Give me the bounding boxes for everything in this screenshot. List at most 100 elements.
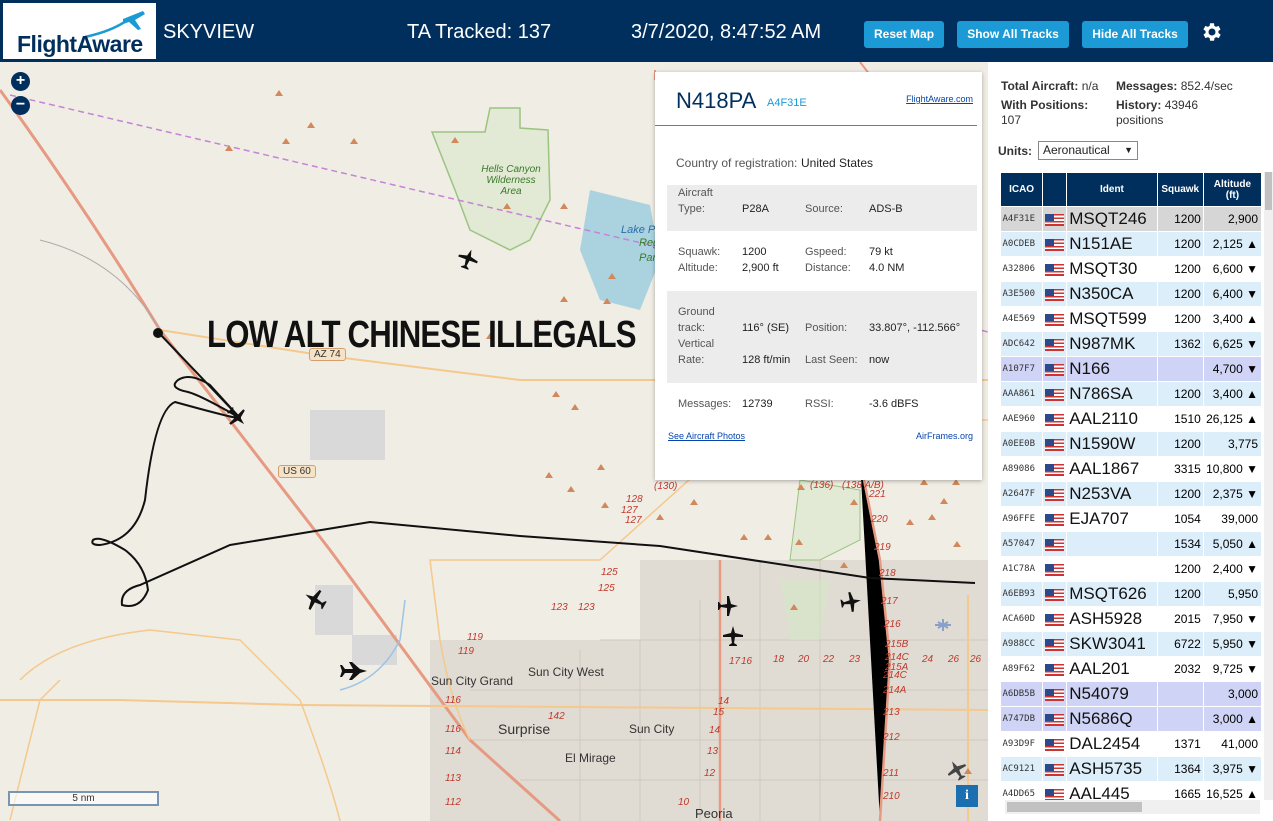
us-flag-icon [1045,713,1065,726]
table-row[interactable]: AAA861 N786SA 1200 3,400 ▲ [1000,381,1263,407]
units-select[interactable]: Aeronautical ▼ [1038,141,1138,160]
info-icon[interactable]: i [956,785,978,807]
table-row[interactable]: A0EE0B N1590W 1200 3,775 [1000,431,1263,457]
scrollbar-thumb[interactable] [1265,172,1272,210]
table-row[interactable]: A4E569 MSQT599 1200 3,400 ▲ [1000,306,1263,332]
messages-rate-value: 852.4/sec [1180,79,1233,93]
jet-icon[interactable] [340,660,368,682]
gspeed-label: Gspeed: [805,246,847,258]
col-header-ident[interactable]: Ident [1066,172,1158,207]
table-row[interactable]: A6EB93 MSQT626 1200 5,950 [1000,581,1263,607]
cell-altitude: 3,400 ▲ [1203,381,1263,407]
us-flag-icon [1045,313,1065,326]
table-row[interactable]: A4F31E MSQT246 1200 2,900 [1000,206,1263,232]
country-value: United States [801,156,874,170]
popup-hex-code: A4F31E [767,97,807,109]
cell-squawk [1157,356,1204,382]
cell-altitude: 7,950 ▼ [1203,606,1263,632]
flag-icon [1042,631,1068,657]
gear-icon[interactable] [1199,20,1223,44]
route-number: (130) [654,481,678,492]
zoom-out-button[interactable]: − [11,96,30,115]
route-number: 214A [883,685,907,696]
flightaware-logo[interactable]: FlightAware [3,3,156,59]
table-row[interactable]: ADC642 N987MK 1362 6,625 ▼ [1000,331,1263,357]
aircraft-table-body: A4F31E MSQT246 1200 2,900 A0CDEB N151AE 1200 2,… [1000,206,1263,807]
aircraft-icon[interactable] [717,595,739,617]
ground-track-label: Ground track: [678,306,715,334]
table-row[interactable]: A89086 AAL1867 3315 10,800 ▼ [1000,456,1263,482]
col-header-flag[interactable] [1042,172,1068,207]
table-row[interactable]: A93D9F DAL2454 1371 41,000 [1000,731,1263,757]
table-row[interactable]: A96FFE EJA707 1054 39,000 [1000,506,1263,532]
flag-icon [1042,606,1068,632]
airframes-link[interactable]: AirFrames.org [916,431,973,441]
table-row[interactable]: A6DB5B N54079 3,000 [1000,681,1263,707]
cell-icao: A988CC [1000,631,1044,657]
col-header-squawk[interactable]: Squawk [1156,172,1204,207]
aircraft-info-popup: N418PA A4F31E FlightAware.com Country of… [655,72,982,480]
cell-ident [1066,556,1158,582]
aircraft-icon[interactable] [457,248,479,270]
table-row[interactable]: A988CC SKW3041 6722 5,950 ▼ [1000,631,1263,657]
horizontal-scrollbar[interactable] [1005,800,1260,814]
surprise-label: Surprise [498,721,551,737]
aircraft-icon[interactable] [303,588,327,612]
cell-icao: A57047 [1000,531,1044,557]
table-row[interactable]: A32806 MSQT30 1200 6,600 ▼ [1000,256,1263,282]
hide-all-tracks-button[interactable]: Hide All Tracks [1082,21,1188,48]
route-number: 215B [885,639,909,650]
route-number: 24 [922,654,934,665]
flightaware-link[interactable]: FlightAware.com [906,94,973,104]
cell-icao: AAA861 [1000,381,1044,407]
cell-ident: N54079 [1066,681,1158,707]
vertical-rate-label: Vertical Rate: [678,338,715,366]
flag-icon [1042,356,1068,382]
table-row[interactable]: A3E500 N350CA 1200 6,400 ▼ [1000,281,1263,307]
table-row[interactable]: A57047 1534 5,050 ▲ [1000,531,1263,557]
cell-altitude: 41,000 [1203,731,1263,757]
aircraft-icon[interactable] [946,759,968,781]
cell-ident: EJA707 [1066,506,1158,532]
col-header-icao[interactable]: ICAO [999,172,1044,207]
flag-icon [1042,331,1068,357]
show-all-tracks-button[interactable]: Show All Tracks [957,21,1069,48]
cell-ident: N1590W [1066,431,1158,457]
table-row[interactable]: A0CDEB N151AE 1200 2,125 ▲ [1000,231,1263,257]
aircraft-icon[interactable] [840,591,862,613]
table-row[interactable]: AAE960 AAL2110 1510 26,125 ▲ [1000,406,1263,432]
route-number: 13 [707,746,719,757]
table-row[interactable]: A2647F N253VA 1200 2,375 ▼ [1000,481,1263,507]
cell-squawk: 1200 [1157,281,1204,307]
route-number: 128 [626,494,643,505]
table-row[interactable]: A89F62 AAL201 2032 9,725 ▼ [1000,656,1263,682]
route-number: 26 [948,654,960,665]
map-view[interactable]: Hells Canyon Wilderness Area Lake P Reg … [0,62,988,821]
position-value: 33.807°, -112.566° [869,322,961,334]
route-number: 125 [598,583,615,594]
flag-icon [1042,531,1068,557]
with-positions-value: 107 [1001,113,1022,127]
table-row[interactable]: AC9121 ASH5735 1364 3,975 ▼ [1000,756,1263,782]
aircraft-icon[interactable] [722,625,744,647]
selected-aircraft-icon[interactable] [226,406,248,428]
aircraft-photos-link[interactable]: See Aircraft Photos [668,431,745,441]
table-row[interactable]: A1C78A 1200 2,400 ▼ [1000,556,1263,582]
dropdown-arrow-icon: ▼ [1124,145,1133,155]
position-label: Position: [805,322,848,334]
us-flag-icon [1045,288,1065,301]
table-row[interactable]: A107F7 N166 4,700 ▼ [1000,356,1263,382]
cell-icao: A2647F [1000,481,1044,507]
col-header-altitude[interactable]: Altitude (ft) [1202,172,1263,207]
scrollbar-thumb[interactable] [1007,802,1142,812]
table-row[interactable]: A747DB N5686Q 3,000 ▲ [1000,706,1263,732]
vertical-scrollbar[interactable] [1264,172,1273,800]
cell-squawk: 1362 [1157,331,1204,357]
zoom-in-button[interactable]: + [11,72,30,91]
table-row[interactable]: ACA60D ASH5928 2015 7,950 ▼ [1000,606,1263,632]
last-seen-label: Last Seen: [805,354,858,366]
cell-icao: AC9121 [1000,756,1044,782]
cell-squawk: 1534 [1157,531,1204,557]
flag-icon [1042,706,1068,732]
reset-map-button[interactable]: Reset Map [864,21,944,48]
